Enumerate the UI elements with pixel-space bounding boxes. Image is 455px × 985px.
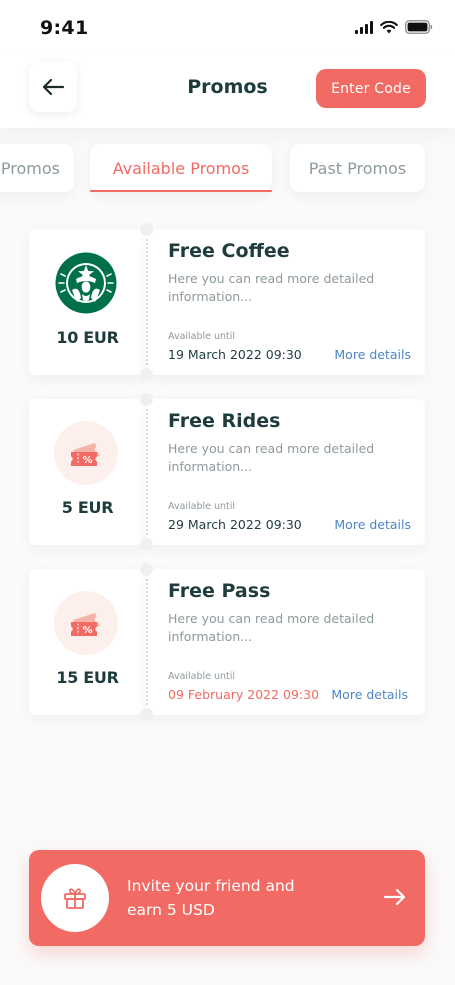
promo-body: Free Pass Here you can read more detaile… [146,569,425,715]
available-until-date: 19 March 2022 09:30 [168,347,302,362]
enter-code-button[interactable]: Enter Code [316,69,426,108]
more-details-link[interactable]: More details [334,517,411,532]
promo-stub: % 5 EUR [29,399,146,545]
promo-description: Here you can read more detailed informat… [168,441,375,474]
promo-card[interactable]: % 5 EUR Free Rides Here you can read mor… [29,393,425,551]
cellular-signal-icon [355,20,373,34]
available-until-label: Available until [168,671,236,682]
arrow-right-icon[interactable] [383,886,407,908]
ticket-notch [140,223,153,236]
battery-icon [405,20,433,34]
ticket-notch [140,563,153,576]
ticket-notch [140,538,153,551]
promo-description: Here you can read more detailed informat… [168,611,375,644]
promos-screen: 9:41 Promos Enter Code Promos Available … [0,0,455,985]
perforation-divider [146,579,148,705]
more-details-link[interactable]: More details [331,687,408,702]
gift-icon-circle [41,864,109,932]
promo-card[interactable]: % 15 EUR Free Pass Here you can read mor… [29,563,425,721]
more-details-link[interactable]: More details [334,347,411,362]
header: Promos Enter Code [0,56,455,128]
svg-text:%: % [82,625,92,636]
promo-amount: 15 EUR [56,668,119,687]
wifi-icon [380,20,398,33]
invite-text-line-2: earn 5 USD [127,901,215,919]
promo-body: Free Rides Here you can read more detail… [146,399,425,545]
invite-text: Invite your friend and earn 5 USD [127,874,347,922]
perforation-divider [146,409,148,535]
promo-title: Free Pass [168,580,271,602]
available-until-label: Available until [168,501,236,512]
promo-card[interactable]: 10 EUR Free Coffee Here you can read mor… [29,223,425,381]
promo-amount: 10 EUR [56,328,119,347]
ticket-notch [140,368,153,381]
ticket-notch [140,708,153,721]
svg-text:%: % [82,455,92,466]
invite-text-line-1: Invite your friend and [127,877,295,895]
tab-past-promos[interactable]: Past Promos [290,144,425,192]
promo-stub: % 15 EUR [29,569,146,715]
available-until-date: 29 March 2022 09:30 [168,517,302,532]
available-until-label: Available until [168,331,236,342]
discount-ticket-icon: % [54,591,118,655]
promo-body: Free Coffee Here you can read more detai… [146,229,425,375]
tab-promos[interactable]: Promos [0,144,74,192]
tab-available-promos[interactable]: Available Promos [90,144,272,192]
promo-amount: 5 EUR [61,498,114,517]
promo-title: Free Rides [168,410,281,432]
gift-icon [64,888,86,909]
status-icons [355,20,433,34]
promo-description: Here you can read more detailed informat… [168,271,375,304]
promo-title: Free Coffee [168,240,290,262]
ticket-notch [140,393,153,406]
available-until-date: 09 February 2022 09:30 [168,687,320,702]
invite-friend-banner[interactable]: Invite your friend and earn 5 USD [29,850,425,946]
promo-stub: 10 EUR [29,229,146,375]
starbucks-logo [54,251,118,315]
status-time: 9:41 [40,17,89,39]
status-bar: 9:41 [0,0,455,56]
perforation-divider [146,239,148,365]
discount-ticket-icon: % [54,421,118,485]
